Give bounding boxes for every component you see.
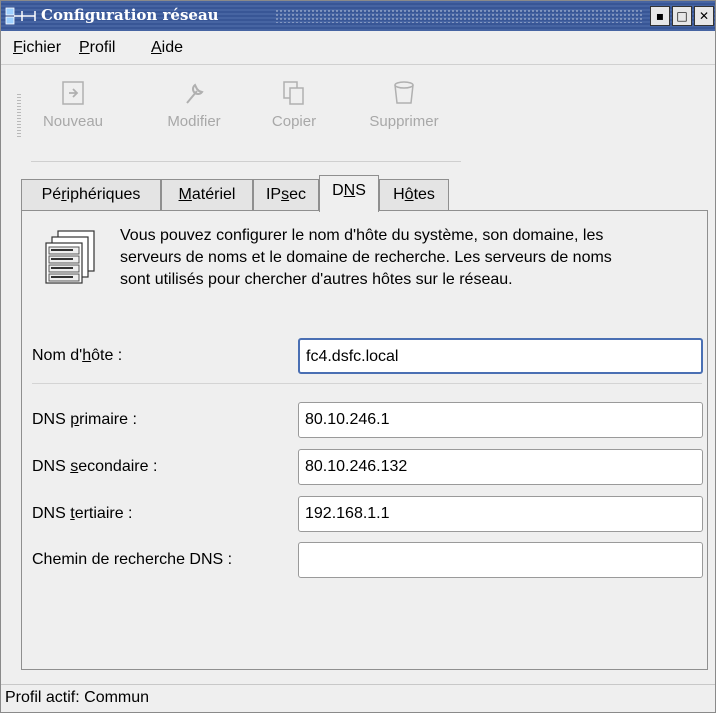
network-app-icon [5,7,36,25]
dns-primary-input[interactable]: 80.10.246.1 [298,402,703,438]
tab-text: IP [265,186,282,203]
toolbar: Nouveau Modifier Copier Supprimer [1,65,715,163]
tab-text: tes [413,186,435,203]
trash-icon [394,81,414,104]
delete-label: Supprimer [369,113,439,130]
menu-profile-accel: P [79,39,90,56]
tab-dns[interactable]: DNS [319,175,379,212]
tab-text: iphériques [66,186,141,203]
description-text: Vous pouvez configurer le nom d'hôte du … [120,227,612,288]
copy-label: Copier [271,113,317,130]
tab-materiel[interactable]: Matériel [161,179,253,211]
dns-panel: Vous pouvez configurer le nom d'hôte du … [21,210,708,670]
toolbar-separator [31,161,461,162]
form-separator [32,383,702,384]
tab-text: Pé [41,186,62,203]
menu-bar: Fichier Profil Aide [1,31,715,65]
tab-ipsec[interactable]: IPsec [253,179,319,211]
tab-text: atériel [191,186,236,203]
address-list-icon [45,230,95,284]
menu-profile[interactable]: Profil [79,39,115,57]
label-text: ôte : [91,347,123,364]
delete-button[interactable]: Supprimer [349,79,459,130]
menu-help-accel: A [151,39,162,56]
hostname-input[interactable]: fc4.dsfc.local [298,338,703,374]
minimize-button[interactable]: ▪ [650,6,670,26]
label-text: DNS [32,411,71,428]
wrench-icon [186,83,204,104]
tab-hotes[interactable]: Hôtes [379,179,449,211]
dns-tertiary-label: DNS tertiaire : [32,505,132,523]
menu-profile-label: rofil [89,39,116,56]
new-label: Nouveau [42,113,104,130]
dns-search-path-input[interactable] [298,542,703,578]
copy-button[interactable]: Copier [257,79,331,130]
menu-help-label: ide [161,39,184,56]
hostname-label: Nom d'hôte : [32,347,122,365]
new-icon [62,81,84,105]
tab-accel: M [178,186,192,203]
close-button[interactable]: ✕ [694,6,714,26]
dns-tertiary-input[interactable]: 192.168.1.1 [298,496,703,532]
maximize-button[interactable]: □ [672,6,692,26]
dns-secondary-input[interactable]: 80.10.246.132 [298,449,703,485]
tab-text: H [393,186,405,203]
tab-accel: s [281,186,290,203]
tab-text: ec [289,186,307,203]
status-bar: Profil actif: Commun [1,684,715,712]
tab-accel: ô [404,186,414,203]
network-config-window: Configuration réseau ▪ □ ✕ Fichier Profi… [0,0,716,713]
label-text: DNS [32,458,71,475]
dns-search-path-label: Chemin de recherche DNS : [32,551,233,568]
menu-file-accel: F [13,39,23,56]
label-text: econdaire : [78,458,158,475]
menu-file[interactable]: Fichier [13,39,61,57]
label-text: rimaire : [79,411,137,428]
dns-primary-label: DNS primaire : [32,411,137,429]
title-bar[interactable]: Configuration réseau ▪ □ ✕ [1,1,715,31]
edit-label: Modifier [167,113,221,130]
copy-icon [283,81,304,105]
tab-text: D [332,182,344,199]
edit-button[interactable]: Modifier [149,79,239,130]
label-text: Nom d' [32,347,83,364]
menu-help[interactable]: Aide [151,39,183,57]
label-accel: p [70,411,80,428]
menu-file-label: ichier [22,39,62,56]
window-title: Configuration réseau [41,6,219,24]
toolbar-grip[interactable] [17,93,21,137]
label-text: ertiaire : [74,505,133,522]
dns-secondary-label: DNS secondaire : [32,458,157,476]
tab-peripheriques[interactable]: Périphériques [21,179,161,211]
label-accel: h [82,347,92,364]
new-button[interactable]: Nouveau [31,79,115,130]
label-text: DNS [32,505,71,522]
tab-accel: N [343,182,356,199]
tab-text: S [355,182,366,199]
title-pattern [275,9,643,23]
